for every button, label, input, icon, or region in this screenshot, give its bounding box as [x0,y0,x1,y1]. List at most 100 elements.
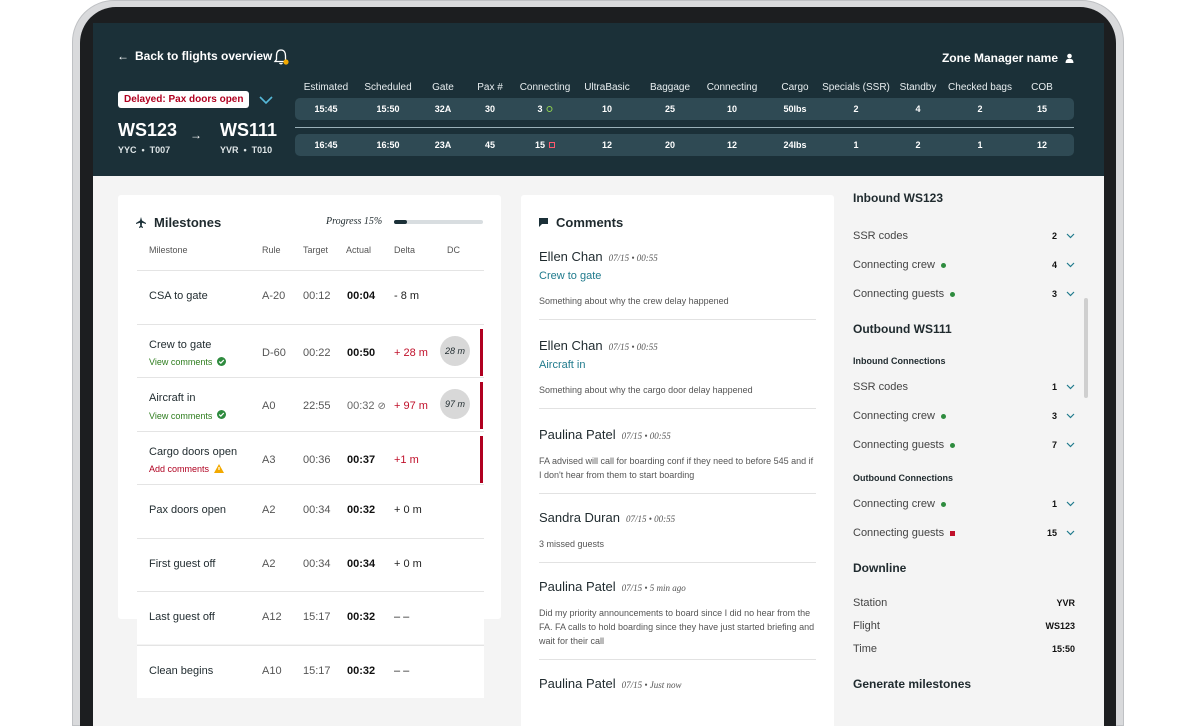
link-label: Add comments [149,464,210,474]
target-cell: 15:17 [303,611,331,623]
side-row[interactable]: Connecting guests 7 [853,439,1075,451]
comment-header: Paulina Patel 07/15 • 00:55 [539,427,816,442]
info-value: 15 [1036,104,1048,114]
side-row[interactable]: SSR codes 2 [853,230,1075,242]
inbound-heading: Inbound WS123 [853,191,943,205]
comments-card: Comments Ellen Chan 07/15 • 00:55 Crew to … [521,195,834,726]
info-cell: 30 [485,104,495,114]
add-comments-link[interactable]: Add comments [149,463,225,475]
status-alert-icon [549,142,556,148]
column-header: Connecting [519,82,571,93]
target-cell: 00:22 [303,346,331,359]
chevron-down-icon[interactable] [1066,411,1075,422]
check-icon [217,410,227,421]
column-header: Cargo [781,82,809,93]
column-header: Baggage [649,82,691,93]
status-ok-icon [940,501,946,507]
side-row-label: Connecting guests [853,288,945,300]
info-cell: 45 [485,140,495,150]
comment-author: Paulina Patel [539,579,616,594]
status-ok-icon [940,413,946,419]
comment-meta: 07/15 • Just now [621,680,682,690]
comment-text: FA advised will call for boarding conf i… [539,456,814,480]
outbound-flight-meta: YVR • T010 [220,145,273,155]
comment-time: Just now [649,680,682,690]
milestone-name: Last guest off [149,611,215,623]
milestone-name: CSA to gate [149,290,208,302]
comments-title: Comments [556,215,624,230]
back-link[interactable]: ← Back to flights overview [117,49,272,63]
side-row-label-wrap: Connecting crew [853,259,946,271]
user-menu[interactable]: Zone Manager name [942,51,1074,65]
table-row[interactable]: Last guest off A12 15:17 00:32 – – [137,591,484,644]
table-row[interactable]: Crew to gate View comments D-60 00:22 00:50 +… [137,323,484,377]
status-alert-icon [950,530,956,536]
side-row-label: SSR codes [853,381,909,393]
delta-cell: + 0 m [394,557,422,570]
info-cell: 3 [537,104,553,114]
chevron-down-icon[interactable] [1066,231,1075,242]
chevron-down-icon[interactable] [1066,499,1075,510]
info-value: 10 [601,104,613,114]
side-row-label-wrap: Connecting guests [853,439,956,451]
comment-header: Paulina Patel 07/15 • Just now [539,676,816,691]
info-value: 45 [484,140,496,150]
info-value: 2 [977,104,983,114]
column-header: COB [1031,82,1053,93]
table-row[interactable]: Pax doors open A2 00:34 00:32 + 0 m [137,484,484,537]
milestones-heading: Milestones [136,215,221,230]
table-header: Actual [346,245,372,255]
chevron-down-icon[interactable] [1066,289,1075,300]
info-cell: 12 [727,140,737,150]
chevron-down-icon[interactable] [1066,260,1075,271]
user-icon [1065,53,1074,63]
info-value: 2 [915,140,921,150]
downline-heading: Downline [853,561,907,575]
side-row-label: Connecting crew [853,410,935,422]
info-cell: 10 [727,104,737,114]
milestone-name: Clean begins [149,664,214,677]
side-row[interactable]: Connecting guests 15 [853,527,1075,539]
side-row[interactable]: Connecting guests 3 [853,288,1075,300]
comment-date: 07/15 [621,431,643,441]
view-comments-link[interactable]: View comments [149,356,227,368]
chevron-down-icon[interactable] [259,92,273,108]
scrollbar[interactable] [1084,298,1088,398]
milestone-name: Pax doors open [149,504,227,516]
downline-row: Flight WS123 [853,620,1075,632]
check-icon [217,356,227,368]
bell-icon[interactable] [273,48,289,66]
column-header: Gate [432,82,454,93]
chevron-down-icon[interactable] [1066,382,1075,393]
rule-cell: A0 [262,400,276,412]
side-row[interactable]: Connecting crew 3 [853,410,1075,422]
info-value: 15:50 [376,104,400,114]
view-comments-link[interactable]: View comments [149,410,227,421]
info-value: 12 [1036,140,1048,150]
delta-cell: – – [394,611,410,623]
table-row[interactable]: Clean begins A10 15:17 00:32 – – [137,644,484,698]
table-row[interactable]: First guest off A2 00:34 00:34 + 0 m [137,537,484,591]
rule-cell: A2 [262,557,276,570]
table-row[interactable]: CSA to gate A-20 00:12 00:04 - 8 m [137,270,484,323]
comment-time: 00:55 [654,514,676,524]
table-row[interactable]: Aircraft in View comments A0 22:55 00:32 ⊘ + 9… [137,377,484,430]
comment-date: 07/15 [608,253,630,263]
comment-item: Paulina Patel 07/15 • 00:55 FA advised wil… [539,427,816,494]
actual-cell: 00:50 [347,347,375,359]
side-row[interactable]: Connecting crew 1 [853,498,1075,510]
table-row[interactable]: Cargo doors open Add comments A3 00:36 00:37… [137,430,484,484]
actual-cell: 00:32 [347,504,375,516]
side-row-label-wrap: Connecting crew [853,498,946,510]
side-row[interactable]: Connecting crew 4 [853,259,1075,271]
side-row[interactable]: SSR codes 1 [853,381,1075,393]
comment-time: 00:55 [636,253,658,263]
generate-milestones-heading[interactable]: Generate milestones [853,677,971,691]
comment-milestone-link[interactable]: Crew to gate [539,270,816,282]
chevron-down-icon[interactable] [1066,528,1075,539]
column-header: Standby [899,82,937,93]
comment-milestone-link[interactable]: Aircraft in [539,359,816,371]
chevron-down-icon[interactable] [1066,440,1075,451]
table-header: Milestone [149,245,188,255]
side-row-label-wrap: Connecting crew [853,410,946,422]
